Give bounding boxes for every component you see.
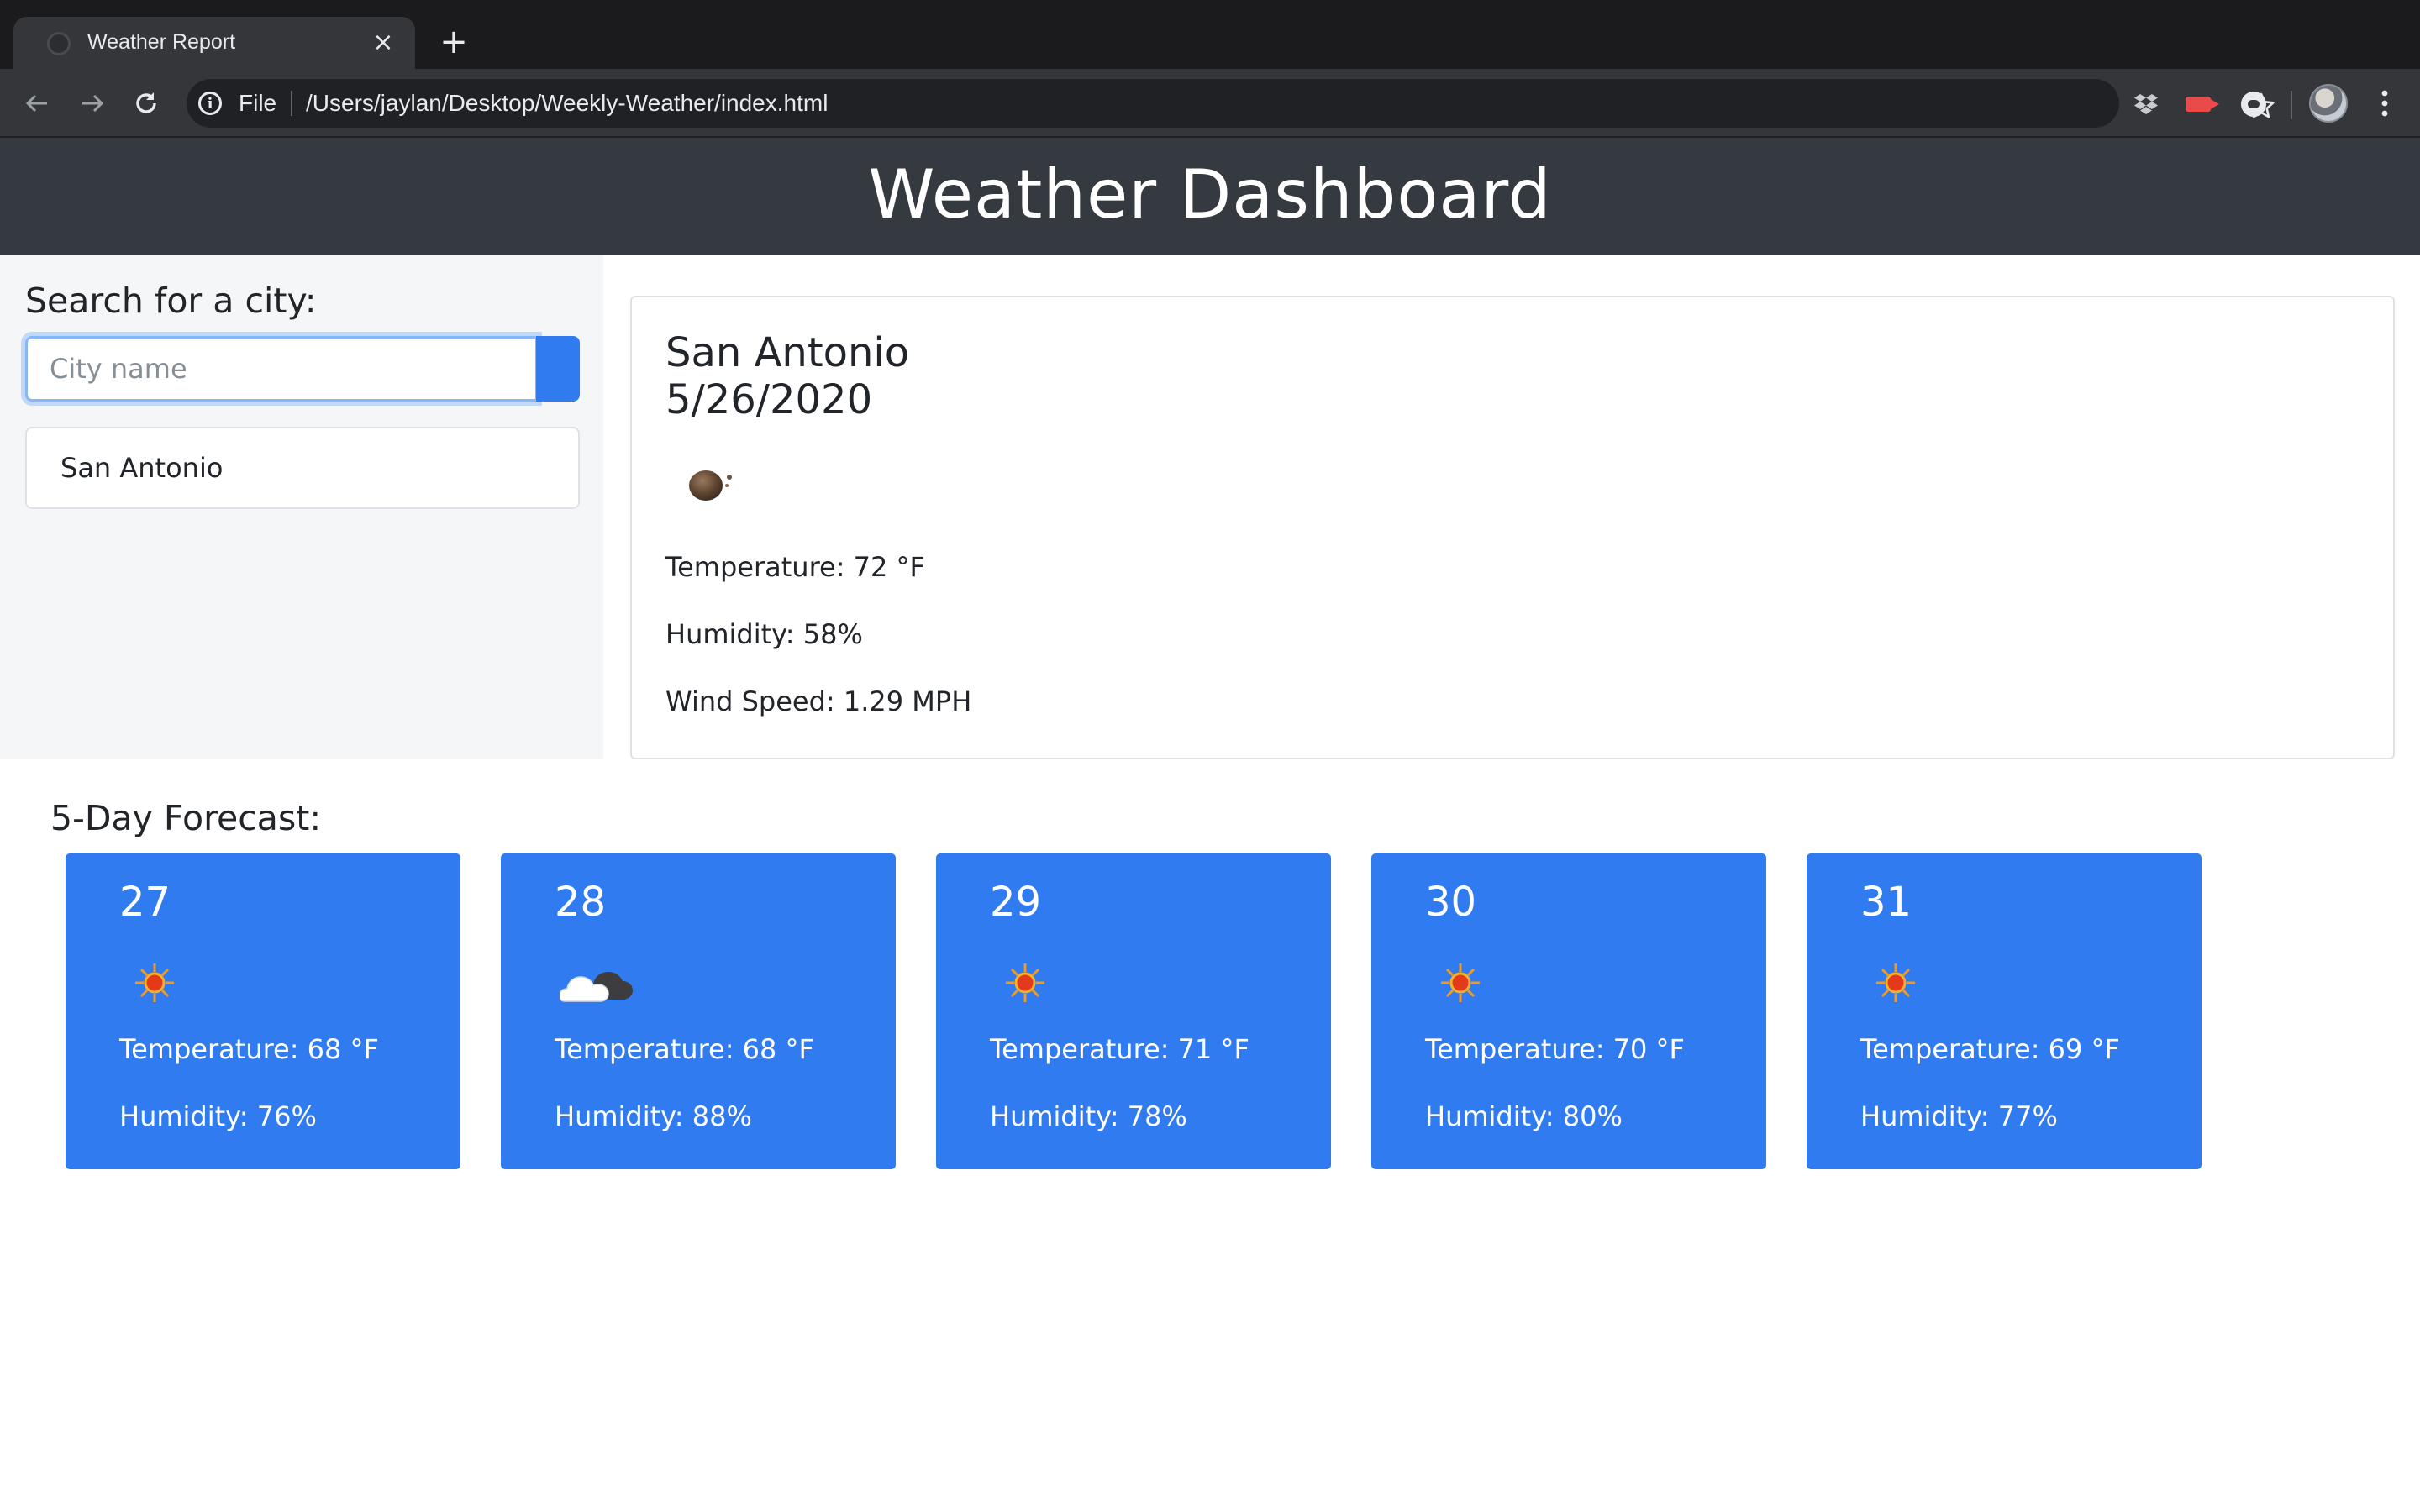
current-humidity: Humidity: 58% (666, 618, 863, 650)
back-arrow-icon[interactable] (17, 83, 57, 123)
forecast-day: 30 (1425, 879, 1477, 926)
sun-icon (1439, 961, 1482, 1005)
sun-icon (1003, 961, 1047, 1005)
avatar[interactable] (2309, 84, 2348, 123)
forecast-temperature: Temperature: 71 °F (990, 1033, 1249, 1065)
tab-title: Weather Report (87, 30, 236, 54)
forecast-day: 29 (990, 879, 1042, 926)
extension-icon[interactable] (2181, 87, 2219, 121)
sun-icon (1874, 961, 1918, 1005)
search-button[interactable] (536, 336, 580, 402)
forecast-temperature: Temperature: 69 °F (1860, 1033, 2120, 1065)
dropbox-icon[interactable] (2129, 87, 2163, 121)
page-title: Weather Dashboard (868, 155, 1552, 234)
forecast-card: 31 Temperature: 69 °F Humidity: 77% (1807, 853, 2202, 1169)
forecast-card: 30 Temperature: 70 °F Humidity: 80% (1371, 853, 1766, 1169)
forecast-row: 27 Temperature: 68 °F Humidity: 76% 28 T… (66, 853, 2202, 1169)
forecast-card: 29 Temperature: 71 °F Humidity: 78% (936, 853, 1331, 1169)
current-wind-speed: Wind Speed: 1.29 MPH (666, 685, 972, 717)
forecast-card: 27 Temperature: 68 °F Humidity: 76% (66, 853, 460, 1169)
browser-toolbar: i File /Users/jaylan/Desktop/Weekly-Weat… (0, 69, 2420, 138)
extension-icon[interactable] (2237, 87, 2270, 121)
current-temperature: Temperature: 72 °F (666, 551, 925, 583)
browser-tab[interactable]: Weather Report × (13, 17, 415, 69)
url-divider (291, 91, 292, 116)
current-weather-card: San Antonio 5/26/2020 Temperature: 72 °F… (630, 296, 2395, 759)
forecast-humidity: Humidity: 88% (555, 1100, 752, 1132)
forecast-humidity: Humidity: 78% (990, 1100, 1187, 1132)
page-header: Weather Dashboard (0, 138, 2420, 255)
search-label: Search for a city: (25, 281, 317, 321)
info-icon[interactable]: i (198, 92, 222, 115)
forecast-humidity: Humidity: 77% (1860, 1100, 2058, 1132)
search-sidebar: Search for a city: San Antonio (0, 255, 603, 759)
forecast-temperature: Temperature: 68 °F (119, 1033, 379, 1065)
forecast-card: 28 Temperature: 68 °F Humidity: 88% (501, 853, 896, 1169)
tab-favicon-icon (47, 32, 71, 55)
search-history-list: San Antonio (25, 427, 580, 509)
new-tab-icon[interactable]: + (434, 22, 474, 62)
reload-icon[interactable] (126, 83, 166, 123)
city-search-input[interactable] (25, 336, 538, 402)
forward-arrow-icon[interactable] (72, 83, 113, 123)
browser-tab-strip: Weather Report × + (0, 0, 2420, 69)
url-scheme: File (239, 90, 277, 116)
toolbar-divider (2291, 91, 2292, 119)
menu-icon[interactable] (2370, 84, 2400, 123)
forecast-heading: 5-Day Forecast: (50, 798, 322, 838)
forecast-humidity: Humidity: 76% (119, 1100, 317, 1132)
forecast-humidity: Humidity: 80% (1425, 1100, 1623, 1132)
sun-icon (133, 961, 176, 1005)
forecast-day: 28 (555, 879, 607, 926)
brown-dot-weather-icon (687, 465, 732, 504)
url-path[interactable]: /Users/jaylan/Desktop/Weekly-Weather/ind… (306, 90, 828, 117)
current-city: San Antonio (666, 329, 910, 376)
current-date: 5/26/2020 (666, 376, 873, 423)
cloud-icon (559, 961, 635, 1008)
address-bar[interactable]: i File /Users/jaylan/Desktop/Weekly-Weat… (187, 79, 2275, 128)
forecast-temperature: Temperature: 70 °F (1425, 1033, 1685, 1065)
forecast-day: 27 (119, 879, 171, 926)
forecast-temperature: Temperature: 68 °F (555, 1033, 814, 1065)
history-item[interactable]: San Antonio (25, 427, 580, 509)
tab-close-icon[interactable]: × (366, 25, 400, 59)
forecast-day: 31 (1860, 879, 1912, 926)
